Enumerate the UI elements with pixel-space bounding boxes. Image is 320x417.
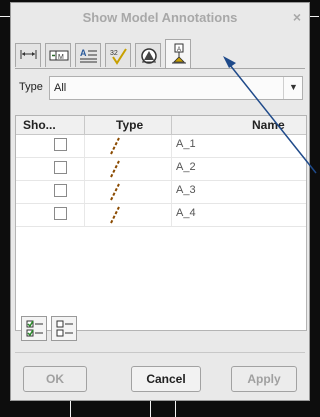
- callout-arrow: [223, 56, 317, 174]
